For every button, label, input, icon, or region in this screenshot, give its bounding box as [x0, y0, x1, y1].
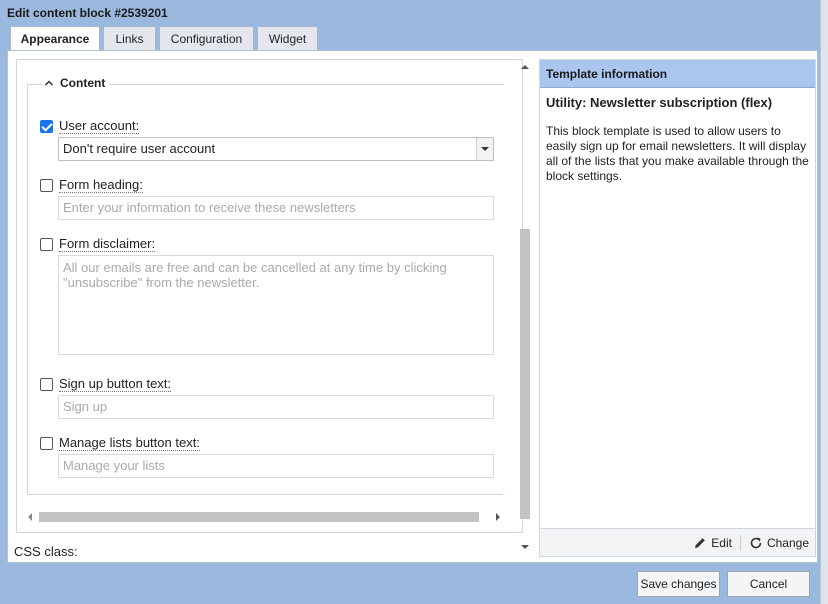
- dialog-title: Edit content block #2539201: [7, 6, 168, 20]
- vertical-scroll-thumb[interactable]: [520, 229, 530, 519]
- user-account-select-value: Don't require user account: [63, 141, 216, 156]
- manage-lists-button-text-label: Manage lists button text:: [59, 435, 200, 451]
- scroll-right-icon[interactable]: [496, 513, 500, 521]
- form-heading-checkbox[interactable]: [40, 178, 53, 192]
- template-description: This block template is used to allow use…: [546, 124, 809, 183]
- settings-panel: Content User account: Don't require user…: [16, 59, 523, 533]
- signup-button-text-label: Sign up button text:: [59, 376, 172, 392]
- signup-button-text-input[interactable]: Sign up: [58, 395, 494, 419]
- actions-divider: [739, 534, 741, 551]
- user-account-label: User account:: [59, 118, 140, 134]
- background-strip: [820, 0, 828, 604]
- edit-template-label: Edit: [711, 535, 732, 550]
- manage-lists-button-text-row: Manage lists button text:: [40, 435, 200, 451]
- manage-lists-button-text-input[interactable]: Manage your lists: [58, 454, 494, 478]
- content-legend[interactable]: Content: [42, 76, 110, 90]
- user-account-select[interactable]: Don't require user account: [58, 137, 494, 161]
- pencil-icon: [695, 537, 706, 548]
- template-information-panel: Template information Utility: Newsletter…: [539, 59, 816, 557]
- horizontal-scrollbar[interactable]: [25, 508, 503, 524]
- scroll-left-icon[interactable]: [28, 513, 32, 521]
- save-changes-button[interactable]: Save changes: [637, 571, 720, 597]
- cancel-button[interactable]: Cancel: [727, 571, 810, 597]
- manage-lists-button-text-checkbox[interactable]: [40, 436, 53, 450]
- refresh-icon: [750, 537, 762, 548]
- form-heading-label: Form heading:: [59, 177, 143, 193]
- template-name: Utility: Newsletter subscription (flex): [546, 95, 773, 110]
- tab-links[interactable]: Links: [103, 26, 156, 50]
- form-disclaimer-row: Form disclaimer:: [40, 236, 156, 252]
- tab-configuration[interactable]: Configuration: [159, 26, 254, 50]
- chevron-down-icon[interactable]: [476, 138, 493, 160]
- chevron-up-icon: [44, 80, 54, 86]
- user-account-row: User account:: [40, 118, 140, 134]
- signup-button-text-row: Sign up button text:: [40, 376, 172, 392]
- form-disclaimer-textarea[interactable]: All our emails are free and can be cance…: [58, 255, 494, 355]
- form-disclaimer-label: Form disclaimer:: [59, 236, 156, 252]
- template-information-header: Template information: [540, 60, 815, 88]
- user-account-checkbox[interactable]: [40, 119, 53, 133]
- change-template-button[interactable]: Change: [749, 536, 809, 550]
- tab-widget[interactable]: Widget: [257, 26, 318, 50]
- content-legend-label: Content: [60, 76, 106, 90]
- tab-appearance[interactable]: Appearance: [10, 26, 100, 51]
- edit-content-block-dialog: Edit content block #2539201 Appearance L…: [0, 0, 828, 604]
- scroll-up-icon[interactable]: [521, 65, 529, 69]
- template-actions: Edit Change: [540, 528, 815, 556]
- tab-content-area: Content User account: Don't require user…: [7, 50, 818, 563]
- form-heading-row: Form heading:: [40, 177, 143, 193]
- form-disclaimer-checkbox[interactable]: [40, 237, 53, 251]
- horizontal-scroll-thumb[interactable]: [39, 512, 479, 522]
- scroll-down-icon[interactable]: [521, 545, 529, 549]
- signup-button-text-checkbox[interactable]: [40, 377, 53, 391]
- edit-template-button[interactable]: Edit: [693, 536, 732, 550]
- vertical-scrollbar[interactable]: [517, 59, 533, 555]
- form-heading-input[interactable]: Enter your information to receive these …: [58, 196, 494, 220]
- css-class-label: CSS class:: [14, 544, 78, 559]
- change-template-label: Change: [766, 535, 809, 550]
- content-fieldset: Content User account: Don't require user…: [27, 76, 504, 495]
